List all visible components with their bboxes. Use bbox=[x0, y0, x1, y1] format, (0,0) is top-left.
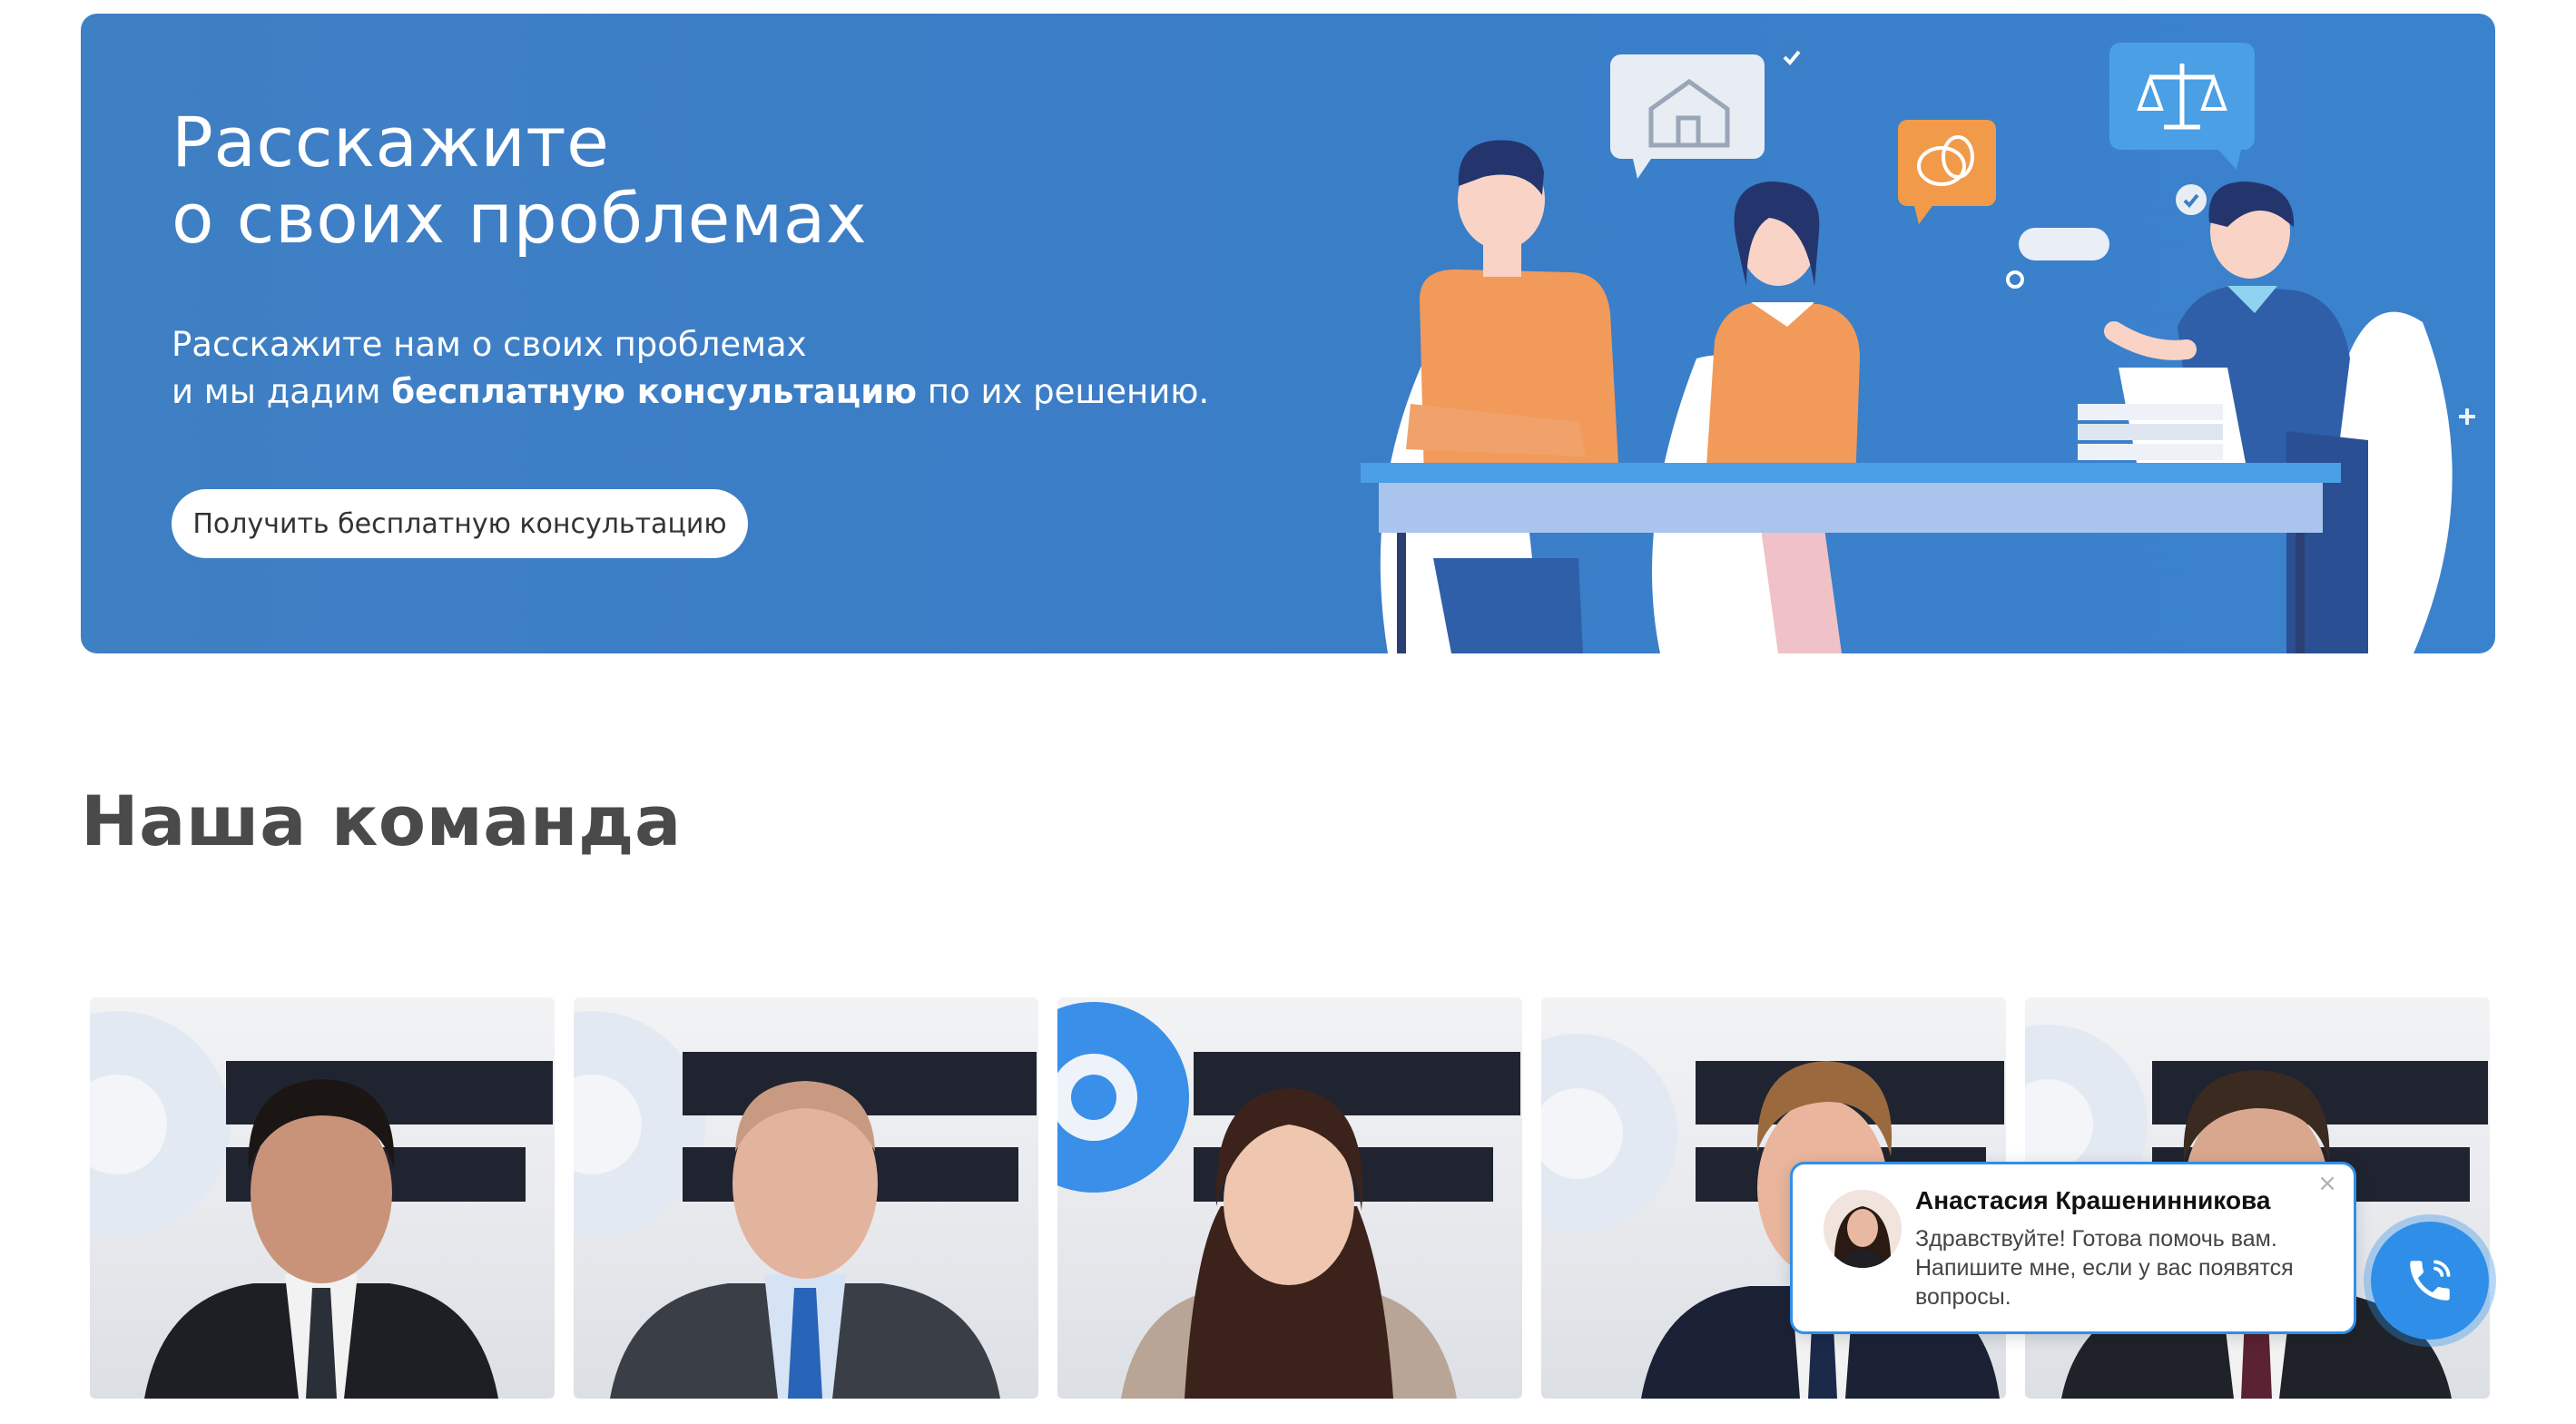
banner-text-post: по их решению. bbox=[917, 372, 1210, 411]
photo-content bbox=[1057, 1002, 1520, 1399]
chat-message: Здравствуйте! Готова помочь вам. Напишит… bbox=[1915, 1226, 2294, 1310]
team-section-title: Наша команда bbox=[81, 781, 682, 861]
consultation-illustration bbox=[1361, 43, 2475, 653]
banner-text-line-1: Расскажите нам о своих проблемах bbox=[172, 325, 807, 364]
team-member-photo-3[interactable] bbox=[1057, 997, 1522, 1399]
person-1-figure bbox=[1406, 140, 1619, 653]
avatar-image bbox=[1824, 1190, 1902, 1268]
coins-bubble-icon bbox=[1898, 120, 1996, 224]
team-member-photo-2[interactable] bbox=[574, 997, 1038, 1399]
get-free-consultation-button[interactable]: Получить бесплатную консультацию bbox=[172, 489, 748, 558]
consultation-banner: Расскажите о своих проблемах Расскажите … bbox=[81, 14, 2495, 653]
chat-popup[interactable]: Анастасия Крашенинникова Здравствуйте! Г… bbox=[1790, 1162, 2356, 1334]
agent-avatar bbox=[1824, 1190, 1902, 1268]
photo-content bbox=[90, 1011, 553, 1399]
banner-title: Расскажите о своих проблемах bbox=[172, 102, 868, 259]
photo-content bbox=[574, 1011, 1037, 1399]
agent-name: Анастасия Крашенинникова bbox=[1915, 1186, 2271, 1214]
banner-text-bold: бесплатную консультацию bbox=[391, 372, 918, 411]
banner-description: Расскажите нам о своих проблемах и мы да… bbox=[172, 321, 1261, 416]
team-member-photo-1[interactable] bbox=[90, 997, 555, 1399]
banner-text-pre: и мы дадим bbox=[172, 372, 392, 411]
banner-text-line-2: и мы дадим бесплатную консультацию по их… bbox=[172, 368, 1261, 416]
close-icon[interactable]: × bbox=[2317, 1172, 2337, 1195]
phone-icon bbox=[2410, 1260, 2451, 1301]
house-bubble-icon bbox=[1610, 43, 1806, 179]
call-button[interactable] bbox=[2371, 1222, 2489, 1340]
